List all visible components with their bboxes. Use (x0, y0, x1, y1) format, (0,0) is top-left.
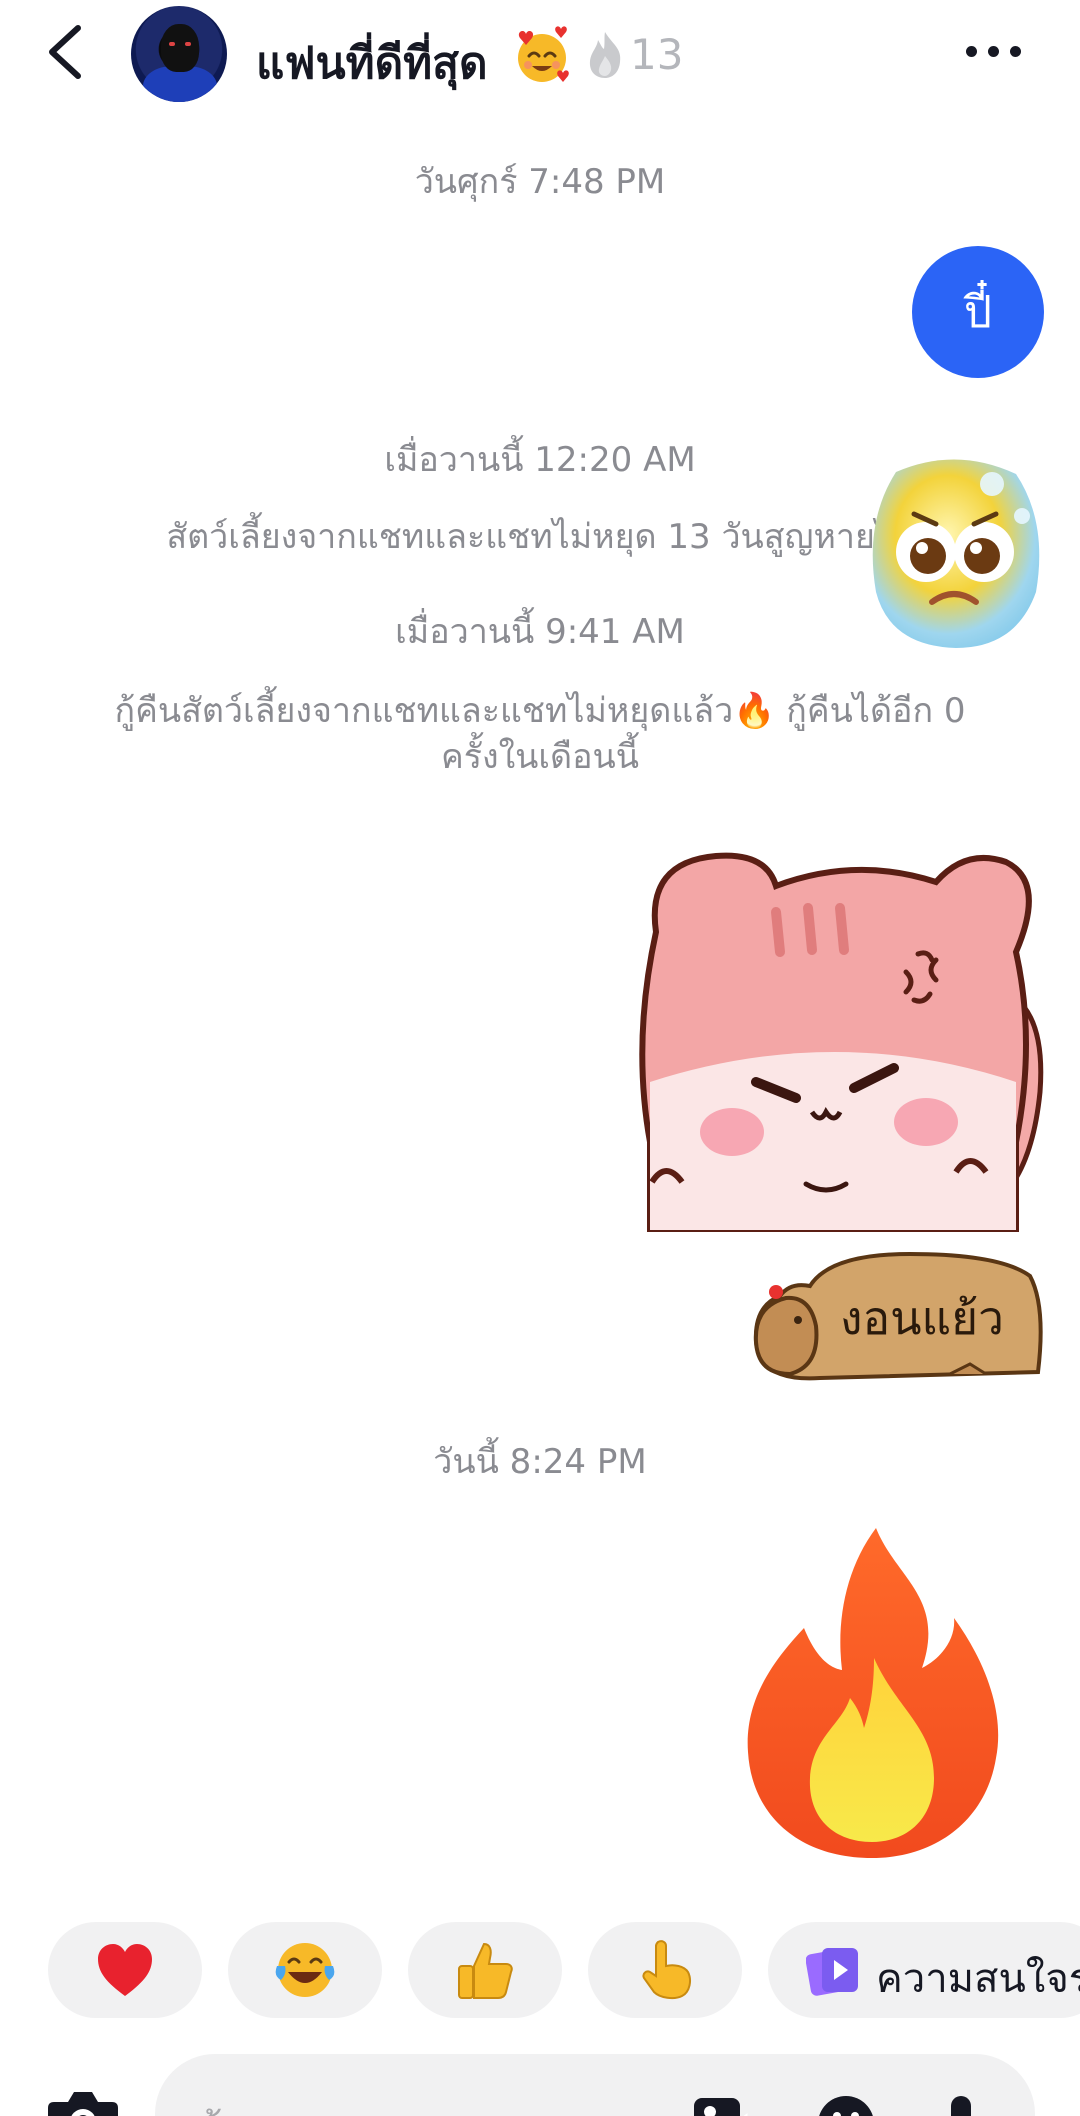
fire-emoji[interactable] (746, 1528, 1000, 1858)
pointing-hand-icon (642, 1940, 691, 2000)
message-bubble[interactable]: ปี๋ (912, 246, 1044, 378)
quick-reactions-bar: ความสนใจร่ (0, 1922, 1080, 2018)
reaction-laugh-button[interactable] (228, 1922, 382, 2018)
message-input[interactable] (155, 2054, 1035, 2116)
back-arrow-icon (49, 25, 81, 79)
sticker-caption: งอนแย้ว (840, 1291, 1004, 1345)
avatar[interactable] (131, 6, 227, 102)
chat-screen: แฟนที่ดีที่สุด 13 วันศุกร์ 7:48 PM ปี๋ เ… (0, 0, 1080, 2116)
camera-button[interactable] (46, 2088, 120, 2116)
thumbs-up-icon (458, 1942, 513, 1999)
tears-of-joy-icon (275, 1943, 335, 1997)
microphone-icon (951, 2096, 971, 2116)
emoji-button[interactable] (816, 2094, 873, 2116)
reaction-thumbs-up-button[interactable] (408, 1922, 562, 2018)
interests-label: ความสนใจร่ (876, 1956, 1080, 2002)
heart-icon (98, 1944, 152, 1996)
flame-icon (589, 32, 621, 78)
streak-count: 13 (630, 30, 684, 79)
sticker-button[interactable] (692, 2094, 748, 2116)
more-options-button[interactable] (960, 30, 1030, 70)
timestamp: เมื่อวานนี้ 9:41 AM (395, 612, 685, 652)
timestamp: วันศุกร์ 7:48 PM (414, 162, 666, 202)
interests-icon (806, 1948, 858, 1996)
back-button[interactable] (40, 22, 96, 82)
camera-icon (48, 2092, 118, 2116)
more-icon (966, 46, 977, 57)
timestamp: วันนี้ 8:24 PM (433, 1442, 647, 1482)
smiling-face-with-hearts-icon (518, 26, 569, 82)
system-message: สัตว์เลี้ยงจากแชทและแชทไม่หยุด 13 วันสูญ… (166, 517, 914, 557)
interests-button[interactable]: ความสนใจร่ (768, 1922, 1080, 2018)
reaction-point-button[interactable] (588, 1922, 742, 2018)
chat-title[interactable]: แฟนที่ดีที่สุด (256, 28, 488, 98)
message-composer (0, 2040, 1080, 2116)
system-message-line: กู้คืนสัตว์เลี้ยงจากแชทและแชทไม่หยุดแล้ว… (114, 691, 966, 731)
emoji-icon (819, 2096, 873, 2116)
chat-header: แฟนที่ดีที่สุด 13 (0, 0, 1080, 112)
sticker-icon (694, 2098, 748, 2116)
voice-button[interactable] (936, 2094, 992, 2116)
angry-hamster-sticker[interactable] (636, 842, 1044, 1232)
reaction-heart-button[interactable] (48, 1922, 202, 2018)
system-message-line: ครั้งในเดือนนี้ (440, 737, 640, 777)
